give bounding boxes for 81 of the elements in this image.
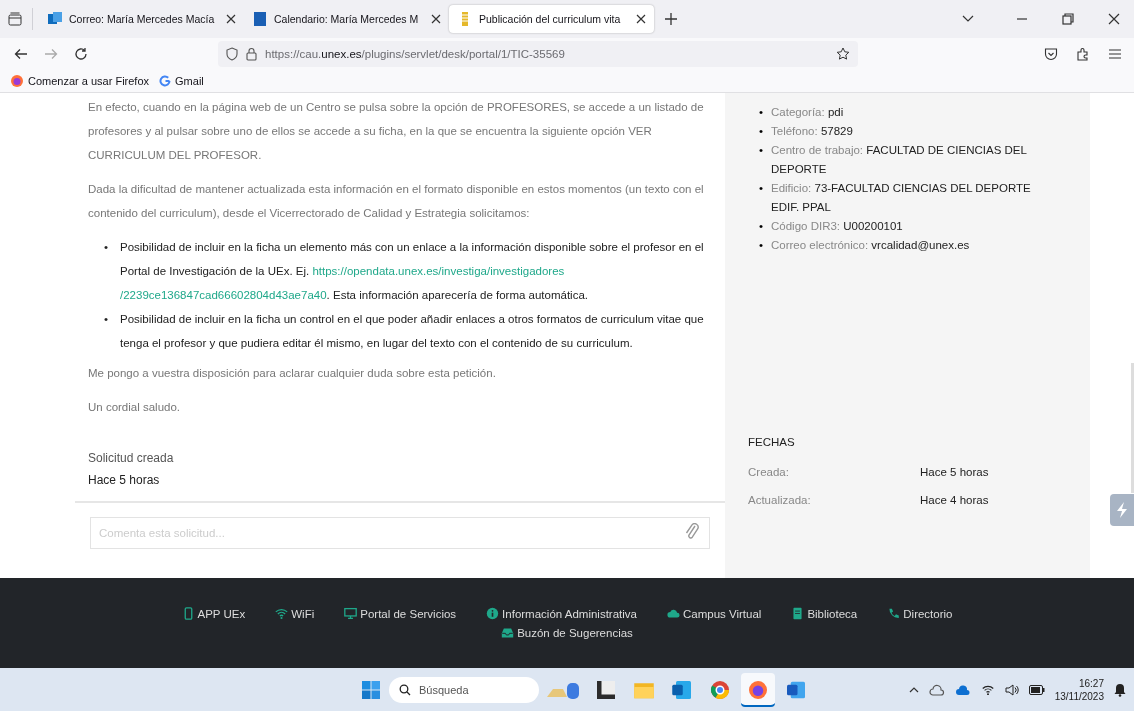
wifi-icon[interactable]: [980, 683, 995, 696]
footer-link[interactable]: Biblioteca: [791, 607, 858, 620]
shield-icon[interactable]: [226, 47, 238, 61]
puzzle-icon[interactable]: [1076, 47, 1090, 61]
bullet: •: [759, 219, 765, 234]
close-icon[interactable]: [1108, 13, 1120, 25]
speaker-icon[interactable]: [1004, 683, 1019, 696]
date-label: Actualizada:: [748, 494, 812, 506]
message-paragraph: Un cordial saludo.: [88, 400, 182, 415]
cloud-icon[interactable]: [928, 682, 945, 697]
wifi-icon: [275, 607, 289, 620]
detail-item: Categoría: pdi: [771, 105, 844, 120]
reload-icon[interactable]: [74, 47, 88, 61]
bookmark[interactable]: Gmail: [159, 75, 204, 87]
bolt-icon: [1115, 501, 1129, 519]
section-heading: FECHAS: [748, 436, 796, 448]
bullet: •: [759, 105, 765, 120]
g-icon: [159, 75, 172, 87]
cloud-icon: [667, 607, 680, 620]
bullet: •: [104, 312, 110, 327]
book-icon: [791, 607, 805, 620]
date-value: Hace 4 horas: [920, 494, 989, 506]
footer-link[interactable]: Buzón de Sugerencias: [501, 626, 633, 639]
browser-tab[interactable]: Correo: María Mercedes Macía: [39, 5, 244, 33]
message-paragraph: Me pongo a vuestra disposición para aclarar cualquier duda sobre esta petición.: [88, 366, 497, 381]
detail-item: Centro de trabajo: FACULTAD DE CIENCIAS DEL DEPORTE: [771, 143, 1028, 177]
bullet: •: [759, 143, 765, 158]
monitor-icon: [344, 607, 358, 620]
request-item: Posibilidad de incluir en la ficha un elemento más con un enlace a la información disponible sobre el profesor en el Portal de Investigación de la UEx. Ej. https://opendata.unex.es/investiga/investigadores /2239ce136847cad66602804d43ae7a40. Esta información aparecería de forma automática.: [120, 240, 705, 303]
bullet: •: [759, 238, 765, 253]
bookmark[interactable]: Comenzar a usar Firefox: [10, 74, 150, 88]
app-icon: [47, 11, 63, 27]
message-paragraph: En efecto, cuando en la página web de un Centro se pulsa sobre la opción de PROFESORES, se accede a un listado de profesores y al pulsar sobre uno de ellos se accede a su ficha, en la que se encuentra la siguiente opción VER CURRICULUM DEL PROFESOR.: [88, 100, 705, 163]
new-tab-icon[interactable]: [664, 12, 678, 26]
restore-icon[interactable]: [1062, 13, 1074, 25]
footer-link[interactable]: WiFi: [275, 607, 315, 620]
bullet: •: [759, 124, 765, 139]
date-value: Hace 5 horas: [920, 466, 989, 478]
app-icon: [252, 11, 268, 27]
footer-link[interactable]: Portal de Servicios: [344, 607, 457, 620]
browser-tab[interactable]: Publicación del curriculum vita: [449, 5, 654, 33]
status-time: Hace 5 horas: [88, 473, 161, 487]
tab-list-icon[interactable]: [8, 12, 22, 26]
handset-icon: [887, 607, 901, 620]
close-icon[interactable]: [431, 14, 441, 24]
footer-link[interactable]: Información Administrativa: [486, 607, 637, 620]
bullet: •: [759, 181, 765, 196]
status-label: Solicitud creada: [88, 451, 175, 465]
search-icon: [399, 683, 411, 696]
battery-icon[interactable]: [1028, 684, 1045, 695]
detail-item: Edificio: 73-FACULTAD CIENCIAS DEL DEPORTE EDIF. PPAL: [771, 181, 1032, 215]
menu-icon[interactable]: [1108, 48, 1122, 60]
chevron-down-icon[interactable]: [962, 15, 974, 23]
chevron-up-icon[interactable]: [908, 685, 919, 694]
start-icon[interactable]: [361, 679, 381, 700]
taskbar-app[interactable]: [741, 672, 775, 707]
bell-icon[interactable]: [1114, 682, 1126, 697]
cloud-icon[interactable]: [954, 683, 971, 696]
pocket-icon[interactable]: [1044, 47, 1058, 61]
address-bar[interactable]: https://cau.unex.es/plugins/servlet/desk/portal/1/TIC-35569: [218, 41, 858, 67]
close-icon[interactable]: [636, 14, 646, 24]
request-item: Posibilidad de incluir en la ficha un control en el que poder añadir enlaces a otros formatos de curriculum vitae que tenga el profesor y que pudiera editar él mismo, en lugar del texto con el contenido de su curriculum.: [120, 312, 705, 351]
taskbar-search[interactable]: Búsqueda: [389, 676, 539, 703]
browser-tab[interactable]: Calendario: María Mercedes M: [244, 5, 449, 33]
info-icon: [486, 607, 500, 620]
message-paragraph: Dada la dificultad de mantener actualizada esta información en el formato disponible en estos momentos (un texto con el contenido del curriculum), desde el Vicerrectorado de Calidad y Estrategia solicitamos:: [88, 182, 705, 221]
taskbar-clock[interactable]: 16:27 13/11/2023: [1054, 676, 1104, 703]
footer-link[interactable]: APP UEx: [181, 607, 246, 620]
footer-link[interactable]: Directorio: [887, 607, 953, 620]
detail-item: Correo electrónico: vrcalidad@unex.es: [771, 238, 970, 253]
star-icon[interactable]: [836, 47, 850, 61]
detail-item: Código DIR3: U00200101: [771, 219, 903, 234]
close-icon[interactable]: [226, 14, 236, 24]
globe-icon: [10, 74, 24, 88]
detail-item: Teléfono: 57829: [771, 124, 853, 139]
lock-icon[interactable]: [246, 47, 257, 61]
date-label: Creada:: [748, 466, 790, 478]
inbox-icon: [501, 626, 515, 639]
footer-link[interactable]: Campus Virtual: [667, 607, 762, 620]
back-icon[interactable]: [14, 47, 28, 61]
bullet: •: [104, 240, 110, 255]
